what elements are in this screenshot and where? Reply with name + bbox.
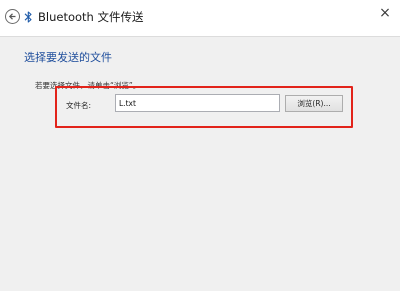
window-title: Bluetooth 文件传送 — [38, 10, 144, 24]
page-heading: 选择要发送的文件 — [24, 51, 112, 64]
content-area: 选择要发送的文件 若要选择文件，请单击“浏览”。 文件名: 浏览(R)... — [0, 36, 400, 291]
back-button[interactable] — [5, 9, 20, 24]
browse-button[interactable]: 浏览(R)... — [285, 95, 343, 112]
back-arrow-icon — [8, 13, 16, 20]
close-button[interactable]: × — [378, 6, 392, 20]
bluetooth-icon — [24, 11, 32, 23]
filename-label: 文件名: — [66, 101, 92, 110]
title-bar: Bluetooth 文件传送 × — [0, 0, 400, 36]
close-icon: × — [379, 5, 391, 21]
filename-input[interactable] — [115, 94, 280, 112]
